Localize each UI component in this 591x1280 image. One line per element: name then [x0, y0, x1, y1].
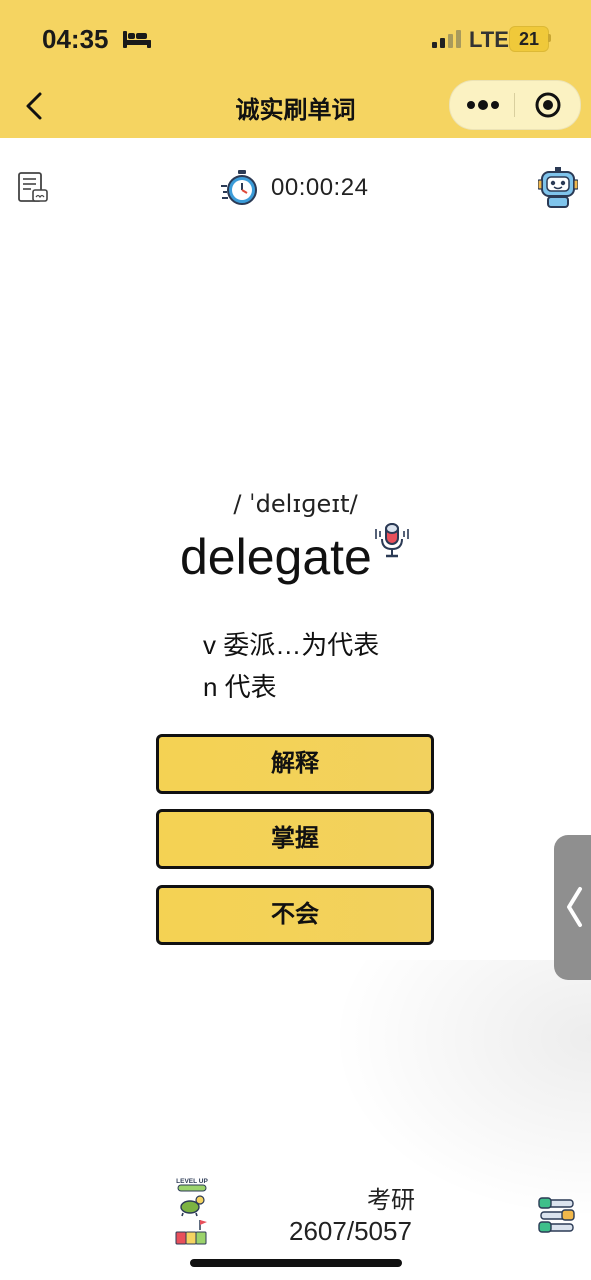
elapsed-timer: 00:00:24	[271, 174, 369, 201]
signal-icon	[432, 30, 461, 48]
word-progress-counter: 2607/5057	[289, 1216, 412, 1246]
stopwatch-icon	[221, 170, 257, 205]
mini-program-capsule	[449, 80, 581, 130]
more-dots-icon[interactable]	[450, 81, 514, 129]
home-indicator[interactable]	[190, 1259, 402, 1267]
network-label: LTE	[469, 27, 509, 52]
level-up-badge-text: LEVEL UP	[176, 1178, 208, 1185]
vocabulary-word: delegate	[180, 529, 372, 585]
bed-icon	[123, 31, 151, 48]
unknown-button[interactable]: 不会	[156, 885, 434, 945]
side-drawer-handle[interactable]	[554, 835, 591, 980]
exam-type-label: 考研	[367, 1187, 415, 1214]
definition-verb: v 委派…为代表	[203, 630, 380, 660]
definition-noun: n 代表	[203, 672, 277, 702]
mastered-button[interactable]: 掌握	[156, 809, 434, 869]
level-up-icon[interactable]: LEVEL UP	[174, 1176, 210, 1246]
robot-assistant-icon[interactable]	[538, 166, 578, 208]
battery-indicator: 21	[509, 26, 549, 52]
status-time: 04:35	[42, 24, 109, 54]
chevron-left-icon	[567, 887, 582, 927]
microphone-icon[interactable]	[372, 521, 412, 561]
phonetic-transcription: / ˈdelɪɡeɪt/	[233, 490, 358, 518]
close-target-icon[interactable]	[515, 81, 580, 129]
app-header: 04:35 LTE 21 诚实刷单词	[0, 0, 591, 138]
battery-tip	[548, 34, 551, 42]
settings-sliders-icon[interactable]	[538, 1196, 576, 1236]
word-list-icon[interactable]	[16, 170, 50, 204]
explain-button[interactable]: 解释	[156, 734, 434, 794]
